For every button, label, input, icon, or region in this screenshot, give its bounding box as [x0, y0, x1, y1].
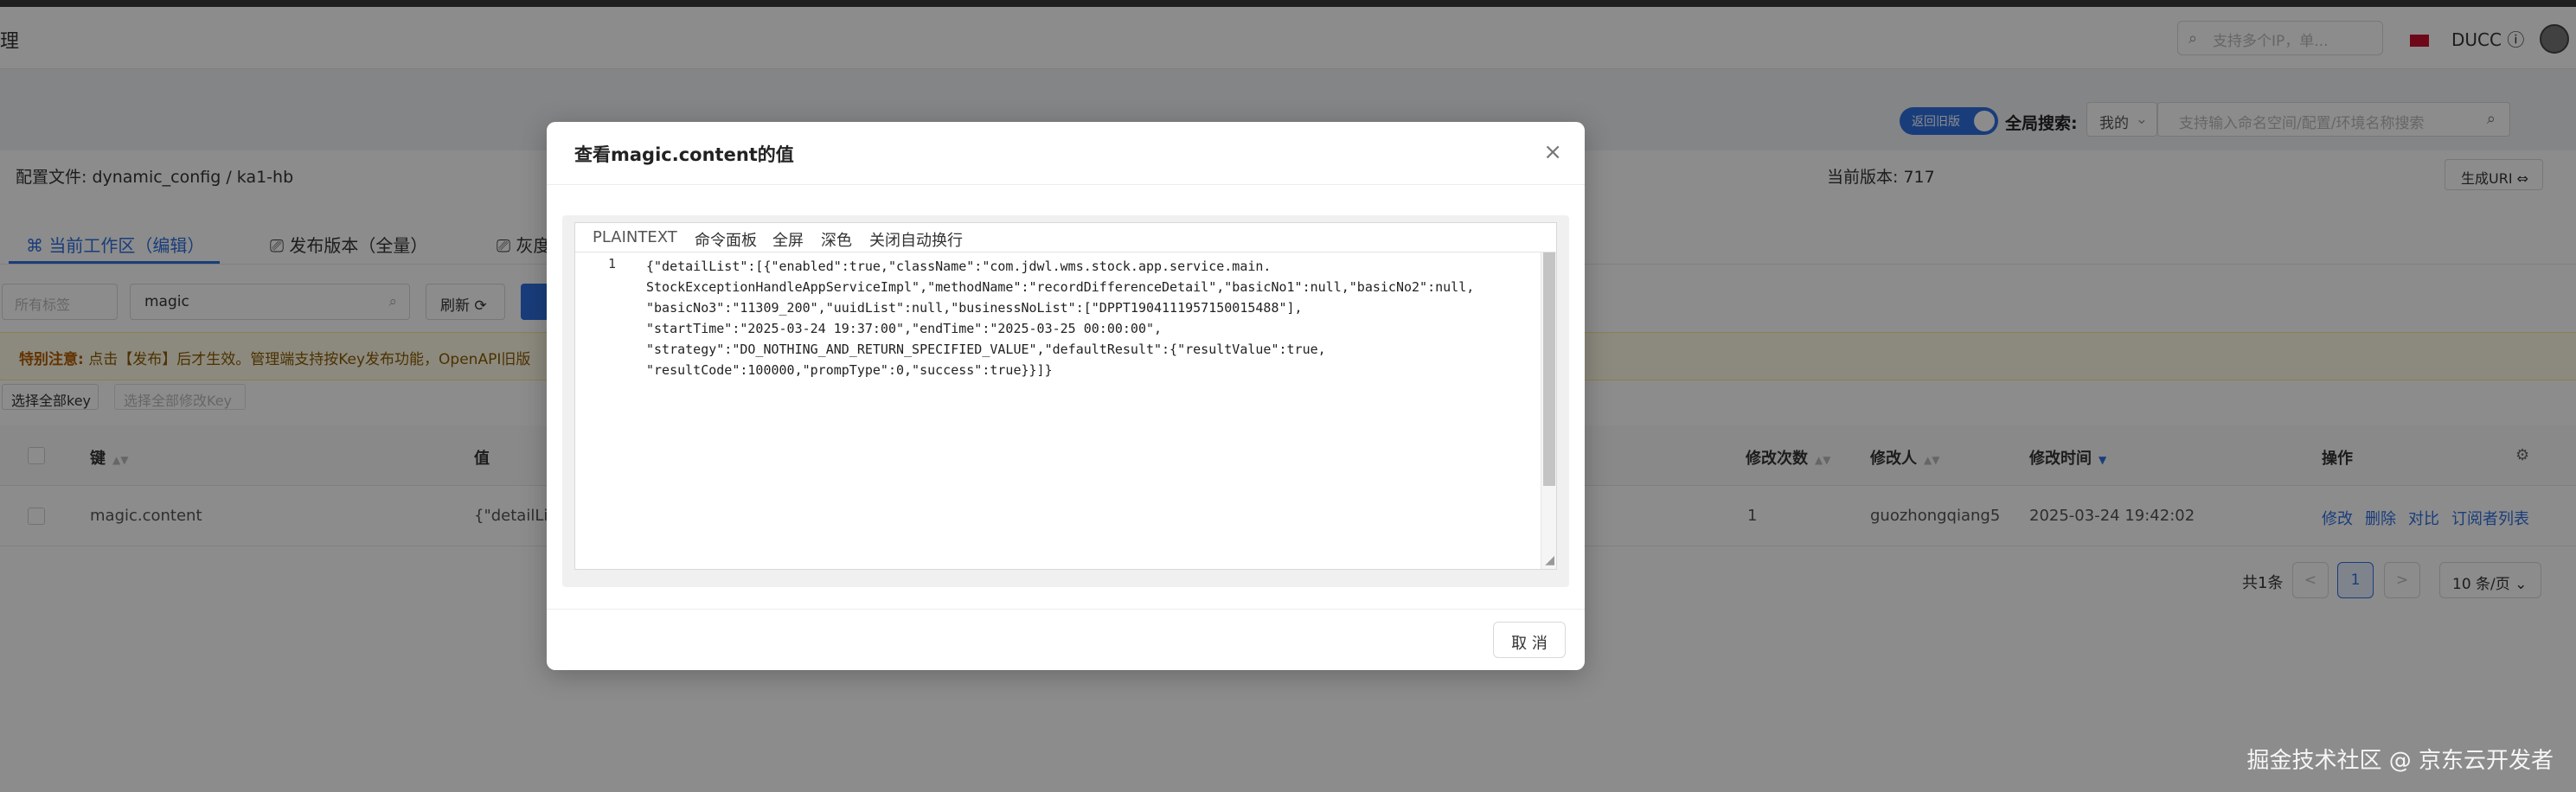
- editor-body[interactable]: 1 {"detailList":[{"enabled":true,"classN…: [575, 252, 1556, 569]
- line-number: 1: [608, 256, 617, 271]
- word-wrap-toggle-button[interactable]: 关闭自动换行: [869, 228, 963, 251]
- editor-toolbar: PLAINTEXT 命令面板 全屏 深色 关闭自动换行: [575, 223, 1556, 252]
- view-value-modal: 查看magic.content的值 × PLAINTEXT 命令面板 全屏 深色…: [547, 122, 1585, 670]
- cancel-button[interactable]: 取 消: [1493, 622, 1566, 658]
- modal-footer-divider: [547, 609, 1585, 610]
- watermark-text: 掘金技术社区 @ 京东云开发者: [2246, 748, 2554, 774]
- resize-handle-icon[interactable]: ◢: [1545, 553, 1554, 567]
- editor-scrollbar[interactable]: [1541, 252, 1556, 569]
- command-palette-button[interactable]: 命令面板: [695, 228, 757, 251]
- modal-title: 查看magic.content的值: [574, 144, 794, 165]
- dark-mode-button[interactable]: 深色: [821, 228, 852, 251]
- code-content[interactable]: {"detailList":[{"enabled":true,"classNam…: [646, 256, 1528, 380]
- code-editor: PLAINTEXT 命令面板 全屏 深色 关闭自动换行 1 {"detailLi…: [574, 222, 1557, 570]
- scrollbar-thumb[interactable]: [1543, 252, 1555, 486]
- fullscreen-button[interactable]: 全屏: [772, 228, 804, 251]
- editor-container: PLAINTEXT 命令面板 全屏 深色 关闭自动换行 1 {"detailLi…: [562, 215, 1569, 587]
- close-icon[interactable]: ×: [1543, 139, 1562, 165]
- modal-divider: [547, 184, 1585, 185]
- language-mode-label[interactable]: PLAINTEXT: [593, 228, 677, 246]
